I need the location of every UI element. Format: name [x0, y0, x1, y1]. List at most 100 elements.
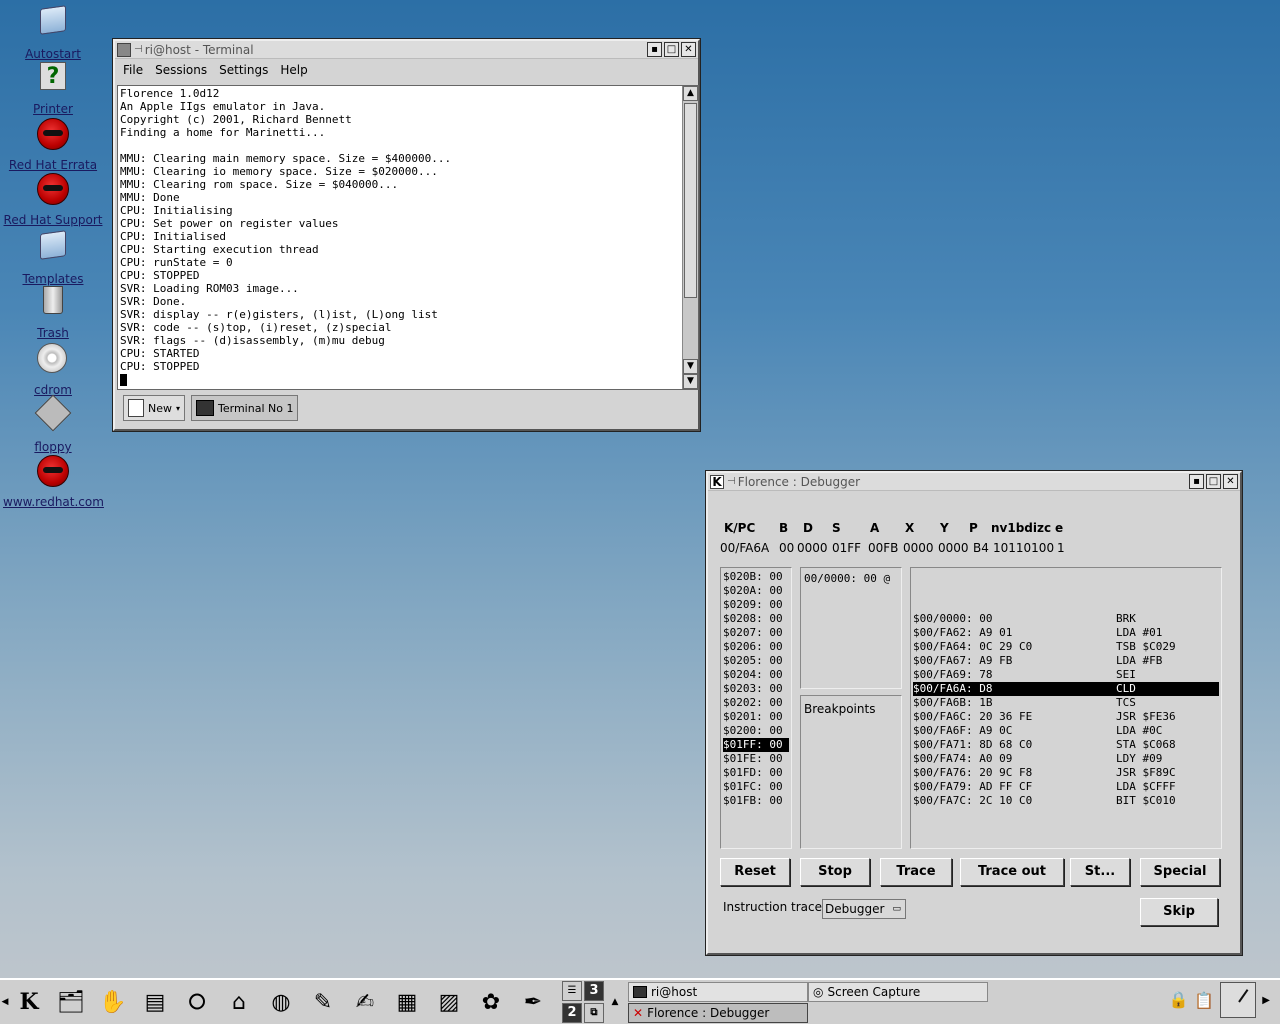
- desktop-icon-trash[interactable]: Trash: [3, 286, 103, 340]
- disassembly-row[interactable]: $00/FA71: 8D 68 C0 STA $C068: [913, 738, 1219, 752]
- task-debugger[interactable]: ✕ Florence : Debugger: [628, 1002, 808, 1023]
- pin-icon[interactable]: ⊣: [134, 44, 143, 55]
- terminal-titlebar[interactable]: ⊣ ri@host - Terminal ▪ □ ✕: [115, 41, 698, 59]
- desktop-icon-www-redhat-com[interactable]: www.redhat.com: [3, 455, 104, 509]
- disassembly-row[interactable]: $00/FA62: A9 01 LDA #01: [913, 626, 1219, 640]
- panel-hide-left-icon[interactable]: ◀: [0, 997, 10, 1007]
- terminal-scrollbar[interactable]: ▲ ▼ ▼: [682, 86, 698, 389]
- menu-sessions[interactable]: Sessions: [155, 63, 207, 77]
- menu-help[interactable]: Help: [280, 63, 307, 77]
- special-button[interactable]: Special: [1140, 858, 1220, 886]
- trace-button[interactable]: Trace: [880, 858, 952, 886]
- disassembly-row[interactable]: $00/FA69: 78 SEI: [913, 668, 1219, 682]
- scroll-thumb[interactable]: [684, 103, 697, 298]
- stack-row[interactable]: $0201: 00: [723, 710, 789, 724]
- disassembly-row[interactable]: $00/FA6F: A9 0C LDA #0C: [913, 724, 1219, 738]
- disassembly-row[interactable]: $00/FA7C: 2C 10 C0 BIT $C010: [913, 794, 1219, 808]
- desktop-icon-red-hat-support[interactable]: Red Hat Support: [3, 173, 103, 227]
- disassembly-row[interactable]: $00/FA79: AD FF CF LDA $CFFF: [913, 780, 1219, 794]
- trace-out-button[interactable]: Trace out: [960, 858, 1064, 886]
- desktop-icon-autostart[interactable]: Autostart: [3, 4, 103, 61]
- stack-row[interactable]: $0204: 00: [723, 668, 789, 682]
- reset-button[interactable]: Reset: [720, 858, 790, 886]
- chart-launcher[interactable]: ▨: [430, 982, 468, 1022]
- stop-button[interactable]: Stop: [800, 858, 870, 886]
- calc-launcher[interactable]: ▦: [388, 982, 426, 1022]
- scroll-up-icon[interactable]: ▲: [683, 86, 698, 101]
- stack-row[interactable]: $020A: 00: [723, 584, 789, 598]
- instruction-trace-select[interactable]: Debugger ▭: [822, 899, 906, 919]
- disassembly-row[interactable]: $00/FA6A: D8 CLD: [913, 682, 1219, 696]
- close-button[interactable]: ✕: [681, 42, 696, 57]
- disassembly-row[interactable]: $00/FA6C: 20 36 FE JSR $FE36: [913, 710, 1219, 724]
- skip-button[interactable]: Skip: [1140, 898, 1218, 926]
- editor-launcher[interactable]: ✒: [514, 982, 552, 1022]
- desktop-icon-cdrom[interactable]: cdrom: [3, 343, 103, 397]
- stack-row[interactable]: $0200: 00: [723, 724, 789, 738]
- office-launcher[interactable]: ✎: [304, 982, 342, 1022]
- session-tab-terminal-1[interactable]: Terminal No 1: [191, 395, 299, 421]
- stack-row[interactable]: $0206: 00: [723, 640, 789, 654]
- disassembly-row[interactable]: $00/0000: 00 BRK: [913, 612, 1219, 626]
- maximize-button[interactable]: □: [1206, 474, 1221, 489]
- stack-panel[interactable]: $020B: 00 $020A: 00 $0209: 00 $0208: 00 $020…: [720, 567, 792, 849]
- disassembly-row[interactable]: $00/FA67: A9 FB LDA #FB: [913, 654, 1219, 668]
- presentation-launcher[interactable]: ✿: [472, 982, 510, 1022]
- menu-file[interactable]: File: [123, 63, 143, 77]
- maximize-button[interactable]: □: [664, 42, 679, 57]
- stack-row[interactable]: $020B: 00: [723, 570, 789, 584]
- k-icon[interactable]: K: [710, 474, 724, 489]
- minimize-button[interactable]: ▪: [647, 42, 662, 57]
- desktop-icon-printer[interactable]: ? Printer: [3, 62, 103, 116]
- browser-launcher[interactable]: ◍: [262, 982, 300, 1022]
- disassembly-row[interactable]: $00/FA76: 20 9C F8 JSR $F89C: [913, 766, 1219, 780]
- desktop-3-button[interactable]: 3: [584, 981, 604, 1001]
- help-launcher[interactable]: ⭘: [178, 982, 216, 1022]
- minimize-button[interactable]: ▪: [1189, 474, 1204, 489]
- control-center-launcher[interactable]: ▤: [136, 982, 174, 1022]
- terminal-output[interactable]: Florence 1.0d12 An Apple IIgs emulator in…: [117, 85, 699, 390]
- task-screen-capture[interactable]: ◎ Screen Capture: [808, 981, 988, 1002]
- stack-row[interactable]: $0209: 00: [723, 598, 789, 612]
- stack-row[interactable]: $0207: 00: [723, 626, 789, 640]
- disassembly-row[interactable]: $00/FA6B: 1B TCS: [913, 696, 1219, 710]
- desktop-icon-red-hat-errata[interactable]: Red Hat Errata: [3, 118, 103, 172]
- step-button[interactable]: St...: [1070, 858, 1130, 886]
- stack-row[interactable]: $0203: 00: [723, 682, 789, 696]
- desktop-1-button[interactable]: ☰: [562, 981, 582, 1001]
- new-session-button[interactable]: New ▾: [123, 395, 186, 421]
- terminal-window-icon[interactable]: [117, 42, 131, 57]
- task-terminal[interactable]: ri@host: [628, 981, 808, 1002]
- disassembly-panel[interactable]: $00/0000: 00 BRK $00/FA62: A9 01 LDA #01 $00…: [910, 567, 1222, 849]
- stack-row[interactable]: $01FB: 00: [723, 794, 789, 808]
- home-folder-launcher[interactable]: 🗂: [52, 982, 90, 1022]
- pin-icon[interactable]: ⊣: [727, 476, 736, 487]
- stack-row[interactable]: $01FC: 00: [723, 780, 789, 794]
- window-list-launcher[interactable]: ✋: [94, 982, 132, 1022]
- disassembly-row[interactable]: $00/FA64: 0C 29 C0 TSB $C029: [913, 640, 1219, 654]
- desktop-4-button[interactable]: ⧉: [584, 1003, 604, 1023]
- scroll-down-icon[interactable]: ▼: [683, 359, 698, 374]
- stack-row[interactable]: $0202: 00: [723, 696, 789, 710]
- menu-settings[interactable]: Settings: [219, 63, 268, 77]
- debugger-titlebar[interactable]: K ⊣ Florence : Debugger ▪ □ ✕: [708, 473, 1240, 491]
- disassembly-row[interactable]: $00/FA74: A0 09 LDY #09: [913, 752, 1219, 766]
- dropdown-icon[interactable]: ▾: [176, 404, 180, 413]
- clipboard-icon[interactable]: 📋: [1194, 991, 1214, 1010]
- clock-icon[interactable]: [1220, 982, 1257, 1018]
- lock-icon[interactable]: 🔒: [1168, 991, 1188, 1009]
- stack-row[interactable]: $0208: 00: [723, 612, 789, 626]
- breakpoints-panel[interactable]: Breakpoints: [800, 695, 902, 849]
- stack-row[interactable]: $01FF: 00: [723, 738, 789, 752]
- stack-row[interactable]: $01FD: 00: [723, 766, 789, 780]
- writer-launcher[interactable]: ✍: [346, 982, 384, 1022]
- desktop-2-button[interactable]: 2: [562, 1003, 582, 1023]
- task-scroll-up-icon[interactable]: ▲: [610, 997, 620, 1007]
- stack-row[interactable]: $01FE: 00: [723, 752, 789, 766]
- memory-view[interactable]: 00/0000: 00 @: [800, 567, 902, 689]
- file-manager-launcher[interactable]: ⌂: [220, 982, 258, 1022]
- desktop-icon-templates[interactable]: Templates: [3, 229, 103, 286]
- close-button[interactable]: ✕: [1223, 474, 1238, 489]
- stack-row[interactable]: $0205: 00: [723, 654, 789, 668]
- desktop-icon-floppy[interactable]: floppy: [3, 394, 103, 454]
